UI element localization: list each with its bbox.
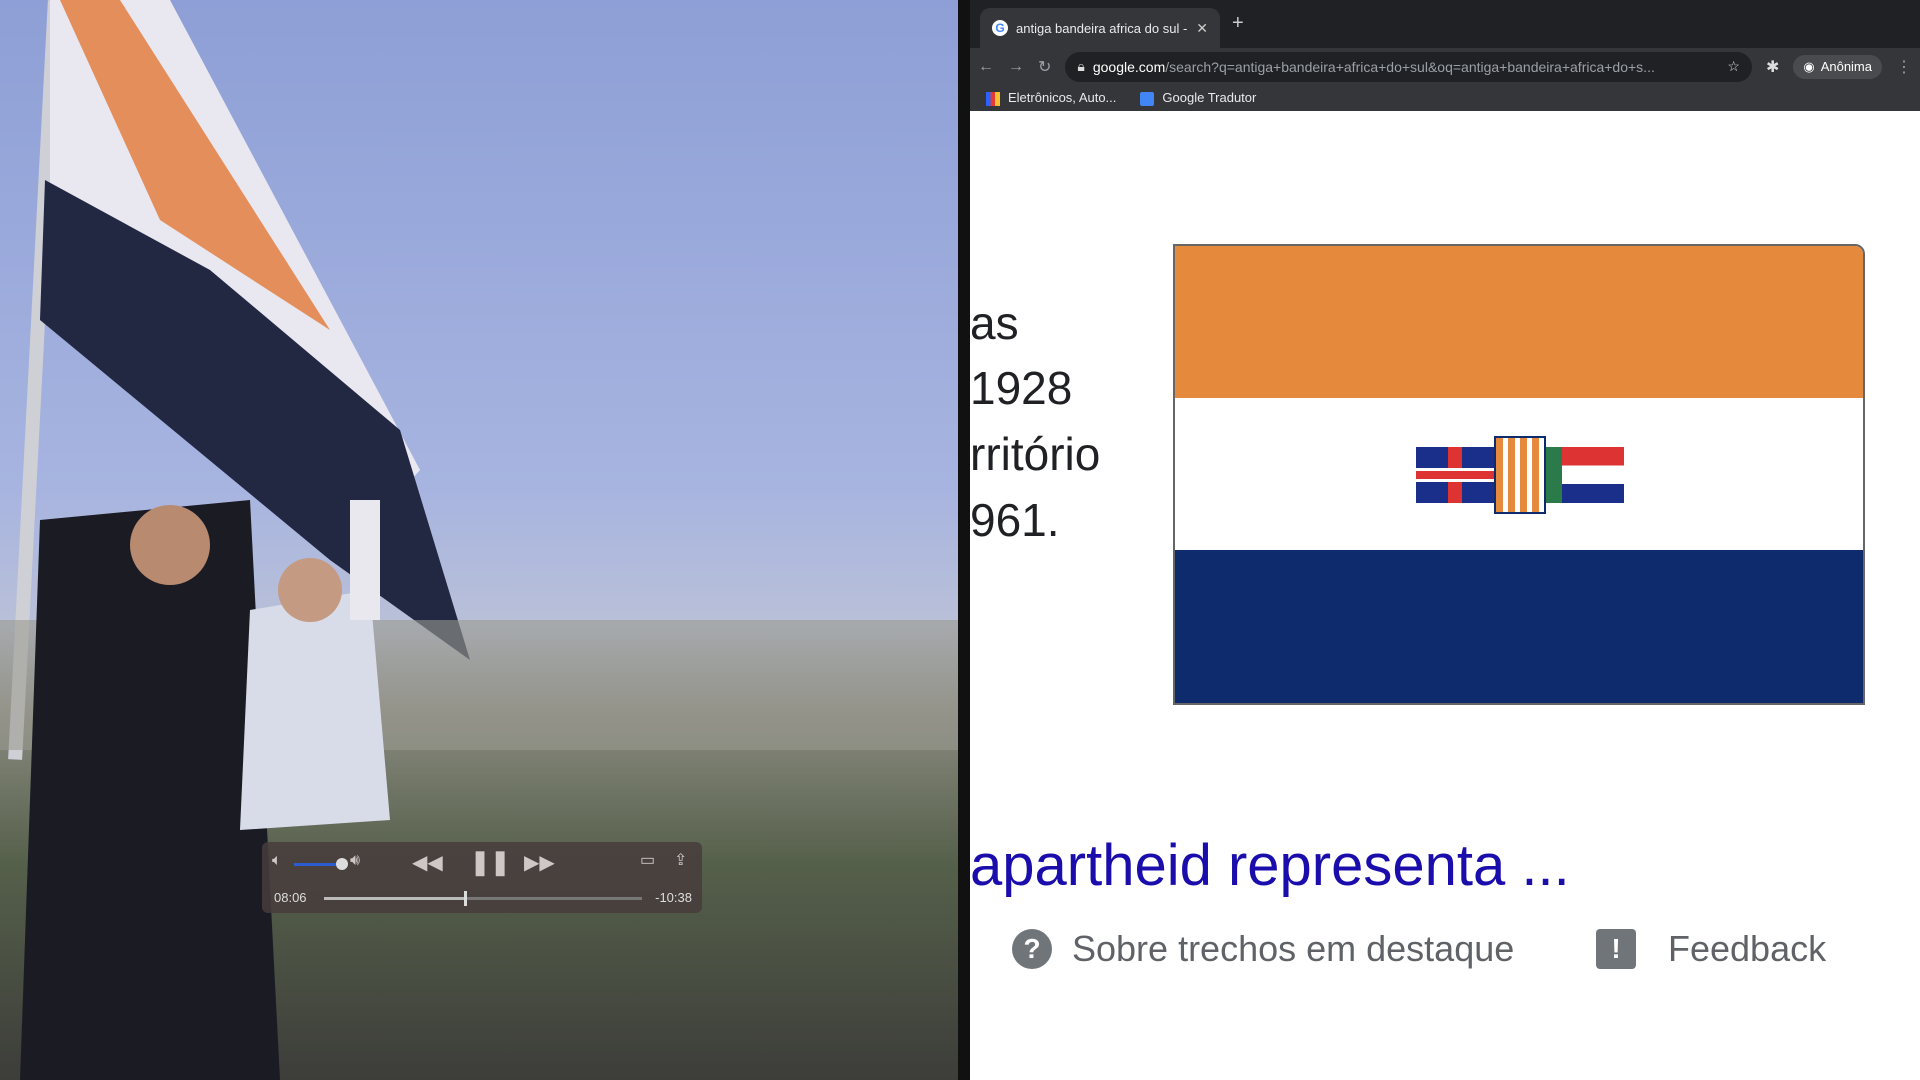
flag-image[interactable] bbox=[1173, 244, 1865, 705]
feedback-label: Feedback bbox=[1668, 928, 1827, 969]
snippet-line: as bbox=[970, 297, 1019, 349]
url-path: /search?q=antiga+bandeira+africa+do+sul&… bbox=[1165, 58, 1655, 75]
share-icon[interactable]: ⇪ bbox=[674, 850, 687, 870]
about-snippets-link[interactable]: ? Sobre trechos em destaque bbox=[1012, 928, 1514, 970]
tab-search[interactable]: Gantiga bandeira africa do sul - ✕ bbox=[980, 8, 1220, 48]
menu-icon[interactable]: ⋮ bbox=[1896, 57, 1912, 77]
video-controls: 🔈︎ 🔊︎ ◀◀ ❚❚ ▶▶ ▭ ⇪ 08:06 -10:38 bbox=[262, 842, 702, 913]
lock-icon: 🔒︎ bbox=[1077, 58, 1085, 74]
bookmark-eletronicos[interactable]: Eletrônicos, Auto... bbox=[986, 90, 1116, 106]
pause-button[interactable]: ❚❚ bbox=[470, 848, 510, 877]
back-button[interactable]: ← bbox=[978, 58, 994, 76]
new-tab-button[interactable]: + bbox=[1232, 12, 1244, 35]
snippet-line: 1928 bbox=[970, 362, 1073, 414]
rewind-button[interactable]: ◀◀ bbox=[412, 850, 443, 875]
tab-title: antiga bandeira africa do sul - bbox=[1016, 20, 1188, 36]
browser-chrome: Gantiga bandeira africa do sul - ✕ + ← → … bbox=[970, 0, 1920, 111]
profile-label: Anônima bbox=[1820, 59, 1872, 74]
fast-forward-button[interactable]: ▶▶ bbox=[524, 850, 555, 875]
profile-button[interactable]: ◉ Anônima bbox=[1793, 54, 1882, 79]
url-domain: google.com bbox=[1092, 58, 1166, 75]
result-link[interactable]: apartheid representa ... bbox=[970, 832, 1570, 899]
snippet-line: rritório bbox=[970, 428, 1101, 480]
video-frame bbox=[0, 0, 958, 1080]
volume-slider[interactable] bbox=[294, 858, 348, 870]
progress-bar[interactable] bbox=[324, 891, 642, 906]
about-snippets-label: Sobre trechos em destaque bbox=[1072, 928, 1515, 969]
reload-button[interactable]: ↻ bbox=[1038, 57, 1051, 77]
elapsed-time: 08:06 bbox=[274, 890, 307, 905]
forward-button[interactable]: → bbox=[1008, 58, 1024, 76]
bookmark-label: Google Tradutor bbox=[1162, 90, 1257, 106]
picture-in-picture-icon[interactable]: ▭ bbox=[640, 850, 655, 870]
video-player[interactable]: 🔈︎ 🔊︎ ◀◀ ❚❚ ▶▶ ▭ ⇪ 08:06 -10:38 bbox=[0, 0, 958, 1080]
remaining-time: -10:38 bbox=[655, 890, 692, 905]
help-icon: ? bbox=[1012, 929, 1052, 969]
extensions-icon[interactable]: ✱ bbox=[1766, 57, 1779, 77]
close-tab-icon[interactable]: ✕ bbox=[1196, 20, 1208, 37]
incognito-icon: ◉ bbox=[1803, 58, 1815, 74]
feedback-icon: ! bbox=[1596, 929, 1636, 969]
flag-emblem bbox=[1416, 436, 1624, 515]
split-divider[interactable] bbox=[958, 0, 970, 1080]
bookmark-google-tradutor[interactable]: Google Tradutor bbox=[1140, 90, 1256, 106]
volume-high-icon[interactable]: 🔊︎ bbox=[350, 852, 360, 870]
feedback-link[interactable]: ! Feedback bbox=[1596, 928, 1826, 970]
browser-window: Gantiga bandeira africa do sul - ✕ + ← → … bbox=[970, 0, 1920, 1080]
volume-low-icon[interactable]: 🔈︎ bbox=[272, 852, 282, 870]
bookmark-label: Eletrônicos, Auto... bbox=[1008, 90, 1117, 106]
google-icon: G bbox=[992, 20, 1008, 36]
snippet-line: 961. bbox=[970, 494, 1060, 546]
address-bar[interactable]: 🔒︎ google.com/search?q=antiga+bandeira+af… bbox=[1065, 51, 1752, 82]
bookmark-star-icon[interactable]: ☆ bbox=[1719, 58, 1740, 75]
